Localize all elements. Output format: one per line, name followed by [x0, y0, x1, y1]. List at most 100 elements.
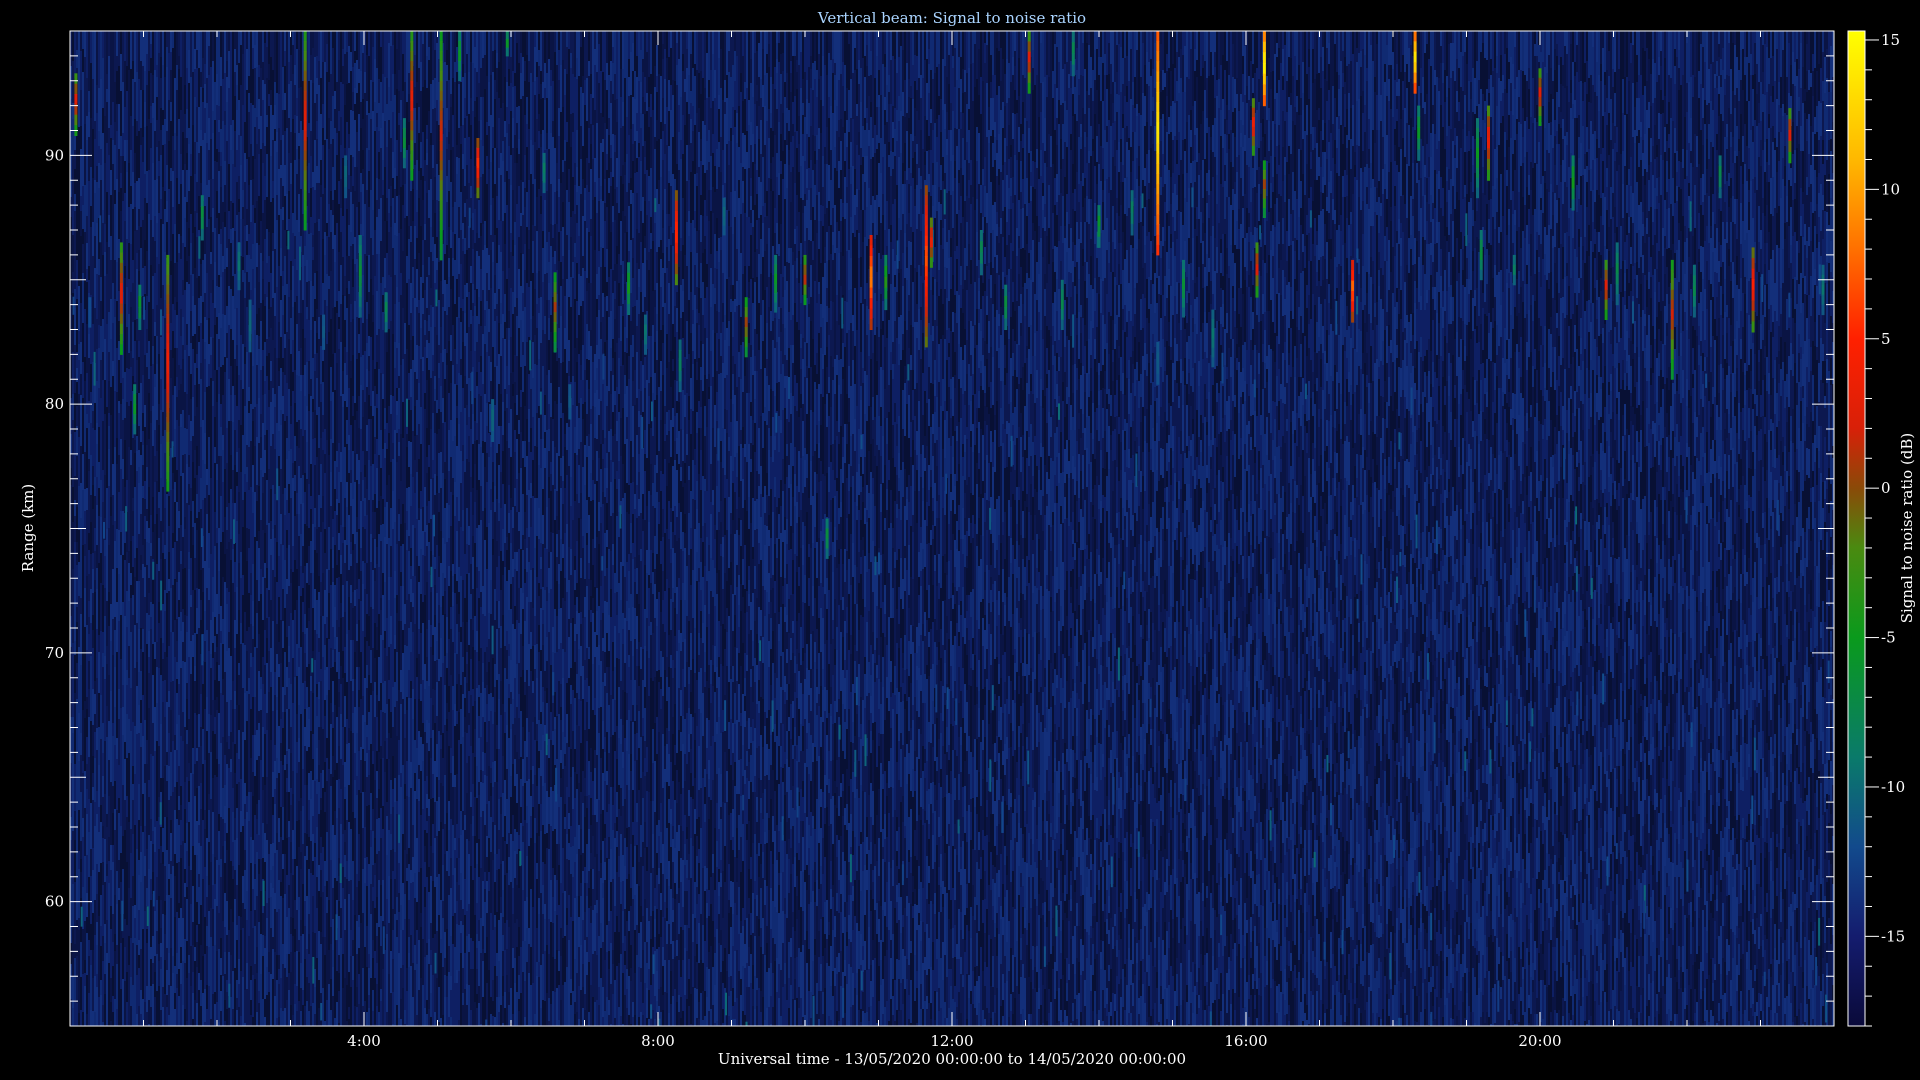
noise-cell — [142, 794, 144, 832]
noise-cell — [290, 873, 292, 917]
noise-cell — [222, 435, 224, 450]
noise-cell — [338, 131, 340, 181]
noise-cell — [114, 415, 116, 447]
noise-cell — [144, 102, 146, 127]
noise-cell — [338, 378, 340, 421]
noise-cell — [232, 386, 234, 399]
noise-cell — [152, 212, 154, 237]
noise-cell — [292, 119, 294, 163]
noise-cell — [140, 852, 142, 882]
noise-cell — [212, 381, 214, 406]
noise-cell — [314, 550, 316, 589]
noise-cell — [356, 60, 358, 93]
noise-cell — [136, 72, 138, 109]
noise-cell — [370, 884, 372, 914]
noise-cell — [208, 810, 210, 842]
noise-cell — [74, 693, 76, 729]
noise-cell — [72, 155, 74, 204]
noise-cell — [130, 788, 132, 829]
noise-cell — [326, 913, 328, 960]
noise-cell — [196, 942, 198, 967]
noise-cell — [130, 749, 132, 788]
noise-cell — [146, 929, 148, 943]
noise-cell — [164, 252, 166, 300]
noise-cell — [352, 774, 354, 812]
noise-cell — [150, 44, 152, 58]
noise-cell — [242, 782, 244, 826]
noise-cell — [348, 83, 350, 134]
noise-cell — [210, 378, 212, 427]
noise-cell — [164, 144, 166, 191]
noise-cell — [302, 436, 304, 475]
noise-cell — [254, 647, 256, 669]
noise-cell — [308, 394, 310, 411]
noise-cell — [172, 234, 174, 251]
noise-cell — [318, 61, 320, 85]
noise-cell — [350, 176, 352, 192]
noise-cell — [362, 696, 364, 715]
noise-cell — [366, 842, 368, 857]
noise-cell — [100, 79, 102, 116]
noise-cell — [150, 959, 152, 986]
noise-cell — [226, 651, 228, 702]
noise-cell — [272, 90, 274, 115]
noise-cell — [236, 452, 238, 472]
noise-cell — [322, 937, 324, 988]
noise-cell — [80, 942, 82, 977]
noise-cell — [90, 693, 92, 721]
noise-cell — [260, 834, 262, 859]
noise-cell — [156, 858, 158, 877]
noise-cell — [106, 953, 108, 1002]
noise-cell — [234, 465, 236, 503]
noise-cell — [326, 187, 328, 223]
noise-cell — [198, 512, 200, 563]
noise-cell — [136, 451, 138, 471]
noise-cell — [112, 966, 114, 996]
noise-cell — [350, 731, 352, 779]
noise-cell — [292, 658, 294, 703]
noise-cell — [174, 579, 176, 620]
noise-cell — [334, 489, 336, 511]
noise-cell — [148, 593, 150, 615]
noise-cell — [294, 677, 296, 707]
noise-cell — [328, 593, 330, 639]
noise-cell — [182, 569, 184, 609]
noise-cell — [234, 31, 236, 49]
noise-cell — [180, 612, 182, 631]
noise-cell — [90, 623, 92, 656]
noise-cell — [266, 840, 268, 885]
noise-cell — [158, 305, 160, 354]
noise-cell — [356, 517, 358, 532]
noise-cell — [290, 684, 292, 727]
noise-cell — [266, 154, 268, 197]
noise-cell — [268, 106, 270, 133]
noise-cell — [246, 721, 248, 747]
noise-cell — [218, 665, 220, 681]
noise-cell — [214, 700, 216, 717]
noise-cell — [130, 465, 132, 516]
noise-cell — [74, 882, 76, 929]
noise-cell — [184, 68, 186, 85]
noise-cell — [280, 743, 282, 761]
noise-cell — [90, 423, 92, 455]
noise-cell — [90, 99, 92, 118]
noise-cell — [346, 507, 348, 545]
noise-cell — [324, 886, 326, 937]
noise-cell — [220, 404, 222, 427]
noise-cell — [136, 319, 138, 340]
noise-cell — [212, 994, 214, 1028]
noise-cell — [138, 784, 140, 820]
noise-cell — [352, 157, 354, 186]
noise-cell — [294, 403, 296, 436]
noise-cell — [322, 396, 324, 415]
noise-cell — [286, 709, 288, 751]
noise-cell — [204, 293, 206, 317]
noise-cell — [146, 54, 148, 85]
noise-cell — [332, 167, 334, 200]
noise-cell — [208, 197, 210, 219]
noise-cell — [306, 406, 308, 442]
noise-cell — [172, 717, 174, 741]
noise-cell — [92, 913, 94, 950]
noise-cell — [288, 484, 290, 513]
noise-cell — [334, 737, 336, 770]
